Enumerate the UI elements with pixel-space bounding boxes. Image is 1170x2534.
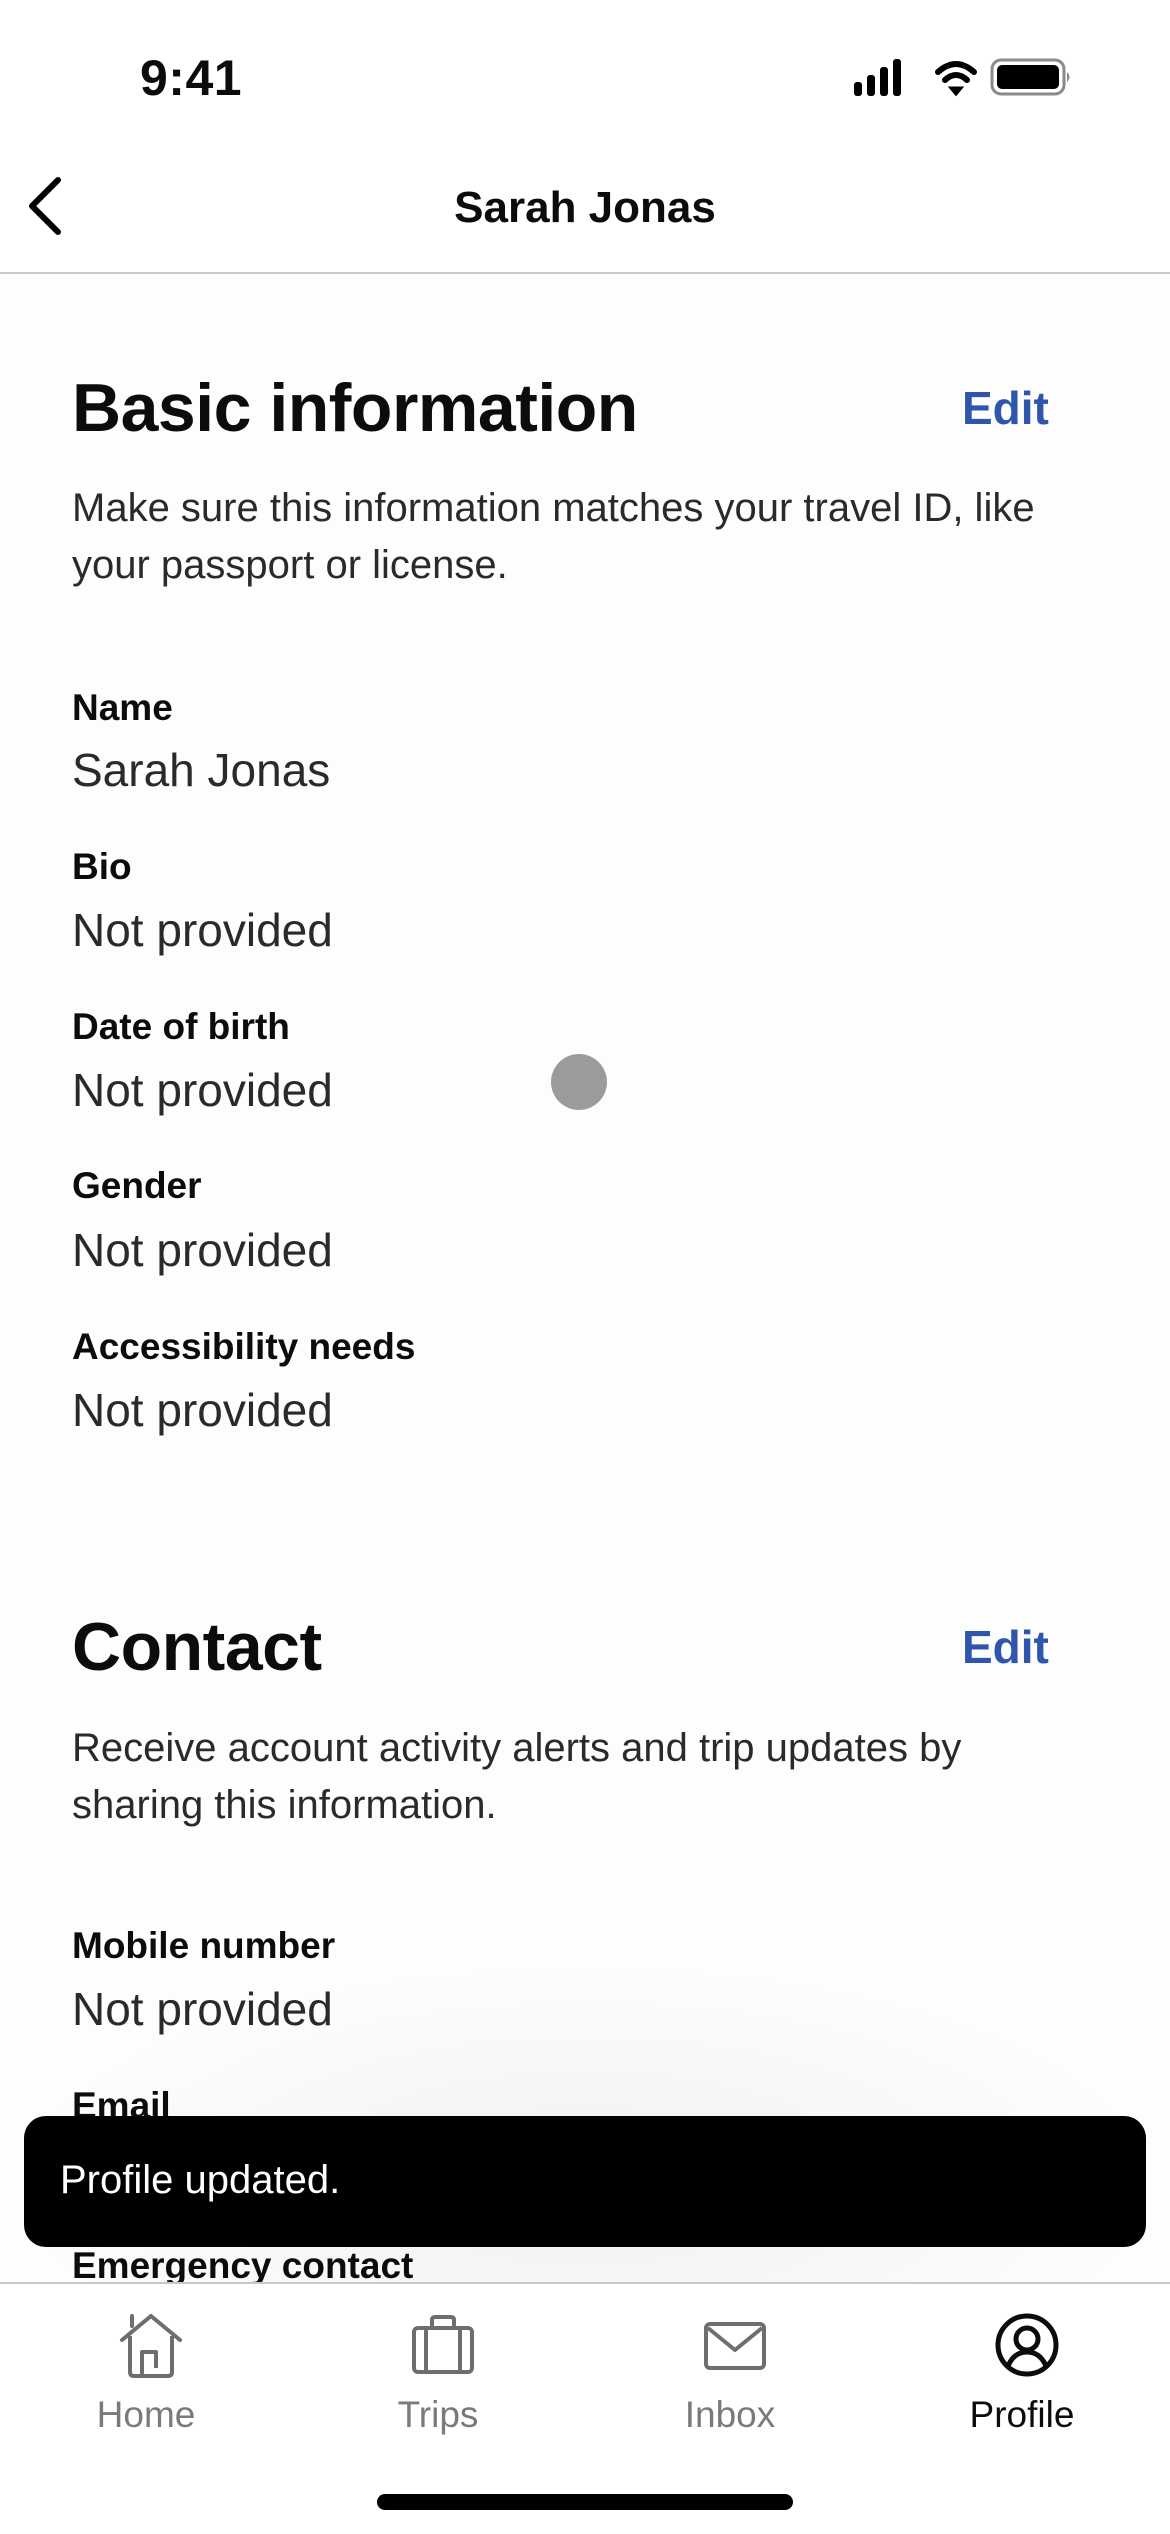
basic-information-edit-button[interactable]: Edit: [962, 380, 1049, 436]
field-label-accessibility-needs: Accessibility needs: [72, 1326, 416, 1367]
tab-label: Inbox: [684, 2394, 776, 2435]
contact-heading: Contact: [72, 1609, 322, 1685]
tab-profile[interactable]: Profile: [876, 2300, 1168, 2450]
touch-indicator: [551, 1054, 607, 1110]
field-label-gender: Gender: [72, 1165, 202, 1206]
basic-information-heading: Basic information: [72, 370, 638, 446]
battery-icon: [990, 58, 1070, 96]
home-indicator[interactable]: [377, 2494, 793, 2510]
wifi-icon: [935, 61, 977, 97]
field-value-gender: Not provided: [72, 1224, 333, 1276]
field-label-name: Name: [72, 687, 173, 728]
contact-edit-button[interactable]: Edit: [962, 1619, 1049, 1675]
field-value-date-of-birth: Not provided: [72, 1064, 333, 1116]
status-time: 9:41: [140, 50, 243, 106]
tab-label: Home: [96, 2394, 196, 2435]
suitcase-icon: [412, 2315, 474, 2374]
home-icon: [120, 2314, 182, 2378]
tab-label: Profile: [969, 2394, 1075, 2435]
toast-message: Profile updated.: [60, 2158, 341, 2202]
field-value-name: Sarah Jonas: [72, 744, 331, 796]
contact-description: Receive account activity alerts and trip…: [72, 1726, 962, 1827]
basic-information-description: Make sure this information matches your …: [72, 486, 1035, 587]
tab-trips[interactable]: Trips: [292, 2300, 584, 2450]
tab-inbox[interactable]: Inbox: [584, 2300, 876, 2450]
toast-notification: Profile updated.: [24, 2116, 1146, 2247]
field-value-accessibility-needs: Not provided: [72, 1384, 333, 1436]
tab-label: Trips: [397, 2394, 479, 2435]
cellular-signal-icon: [854, 59, 901, 96]
field-value-bio: Not provided: [72, 904, 333, 956]
envelope-icon: [704, 2322, 766, 2370]
field-label-bio: Bio: [72, 846, 132, 887]
tab-home[interactable]: Home: [0, 2300, 292, 2450]
status-icons: [854, 58, 1094, 98]
field-label-date-of-birth: Date of birth: [72, 1006, 290, 1047]
user-circle-icon: [995, 2313, 1059, 2377]
page-title: Sarah Jonas: [454, 183, 716, 232]
